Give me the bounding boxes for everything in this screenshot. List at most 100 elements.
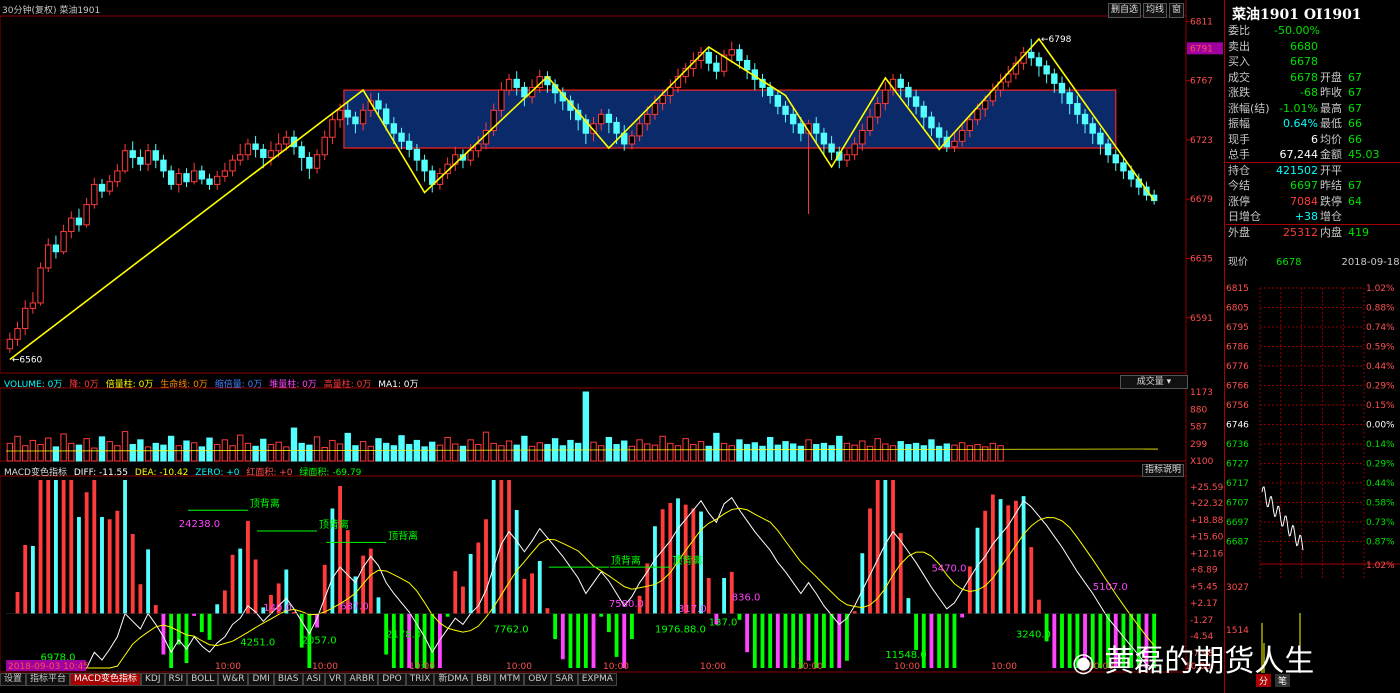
zigzag-polyline — [9, 37, 1155, 361]
macd-tick-label: +12.16 — [1190, 549, 1224, 559]
indicator-tab[interactable]: W&R — [218, 673, 249, 686]
volume-bar — [144, 446, 152, 462]
volume-bar — [528, 445, 536, 462]
indicator-tab[interactable]: 指标平台 — [26, 673, 71, 686]
mini-volume-tick: 3027 — [1226, 583, 1249, 593]
candle-body — [198, 170, 206, 180]
volume-bar — [628, 445, 636, 462]
ma-button[interactable]: 均线 — [1142, 3, 1167, 18]
volume-bar — [790, 443, 797, 462]
weibo-icon: ◉ — [1072, 648, 1095, 678]
quote-label: 开平 — [1320, 163, 1342, 177]
indicator-tab[interactable]: ASI — [302, 673, 326, 686]
quote-label: 委比 — [1228, 24, 1250, 37]
indicator-dropdown[interactable]: 成交量 ▾ — [1120, 375, 1188, 389]
indicator-tab[interactable]: BBI — [472, 673, 496, 686]
volume-bar — [782, 441, 789, 462]
candle-body — [6, 338, 14, 350]
indicator-tab[interactable]: DPO — [378, 673, 406, 686]
indicator-tab[interactable]: SAR — [551, 673, 578, 686]
candle-body — [705, 51, 712, 64]
quote-label: 跌停 — [1320, 194, 1342, 208]
price-tick-label: 6767 — [1190, 77, 1213, 87]
macd-tick-label: +2.17 — [1190, 599, 1218, 609]
candle-body — [144, 150, 152, 165]
macd-area-label: 3240.0 — [1016, 629, 1051, 640]
candle-body — [37, 267, 44, 304]
volume-bar — [152, 442, 159, 462]
time-label: 10:00 — [603, 662, 629, 672]
macd-legend-item: ZERO: +0 — [195, 468, 240, 478]
indicator-tab[interactable]: DMI — [248, 673, 274, 686]
indicator-tab[interactable]: OBV — [524, 673, 552, 686]
indicator-tab[interactable]: BOLL — [187, 673, 219, 686]
candle-body — [344, 109, 351, 118]
mini-price-tick: 6717 — [1226, 479, 1249, 489]
volume-bar — [75, 444, 83, 462]
candle-body — [22, 307, 29, 330]
macd-legend-item: 绿面积: -69.79 — [299, 468, 362, 478]
indicator-tab[interactable]: VR — [325, 673, 346, 686]
candle-body — [1074, 103, 1081, 115]
indicator-help-button[interactable]: 指标说明 — [1142, 464, 1184, 477]
indicator-tab[interactable]: MACD变色指标 — [70, 673, 142, 686]
candle-body — [1120, 162, 1127, 172]
quote-row: 涨幅(结) -1.01% 最高 67 — [1228, 101, 1362, 116]
volume-bar — [436, 444, 444, 462]
volume-bar — [290, 427, 298, 462]
macd-area-label: 2178.0 — [386, 629, 421, 640]
volume-bar — [820, 442, 828, 462]
mini-chart-svg: 6815 1.02% 6805 0.88% 6795 0.74% 6786 0.59% 6776… — [1226, 284, 1400, 673]
volume-bar — [966, 445, 974, 462]
indicator-tab[interactable]: 设置 — [0, 673, 27, 686]
quote-label: 卖出 — [1228, 39, 1250, 53]
volume-bar — [958, 442, 966, 462]
candle-body — [152, 150, 159, 161]
remove-watchlist-button[interactable]: 删自选 — [1107, 3, 1141, 18]
volume-bar — [636, 439, 643, 462]
indicator-tab[interactable]: KDJ — [141, 673, 165, 686]
macd-tick-label: -1.27 — [1190, 616, 1213, 626]
candle-body — [467, 150, 474, 161]
indicator-tab[interactable]: ARBR — [345, 673, 379, 686]
volume-bar — [728, 445, 735, 462]
mini-price-tick: 6746 — [1226, 421, 1249, 431]
volume-bar — [598, 445, 605, 462]
indicator-tab[interactable]: BIAS — [273, 673, 303, 686]
candle-body — [505, 78, 513, 91]
volume-bar — [697, 441, 705, 462]
divergence-label: 顶背离 — [672, 554, 702, 567]
chevron-down-icon: ▾ — [1166, 377, 1172, 387]
candle-body — [114, 170, 121, 183]
candle-body — [820, 132, 828, 145]
quote-row: 现手 6 均价 66 — [1228, 132, 1362, 147]
candle-body — [68, 217, 75, 233]
indicator-tab[interactable]: EXPMA — [577, 673, 617, 686]
quote-label: 外盘 — [1228, 225, 1250, 239]
quote-value: -1.01% — [1279, 101, 1318, 115]
indicator-tab[interactable]: MTM — [495, 673, 525, 686]
candle-body — [321, 136, 328, 156]
volume-bar — [244, 442, 252, 462]
candle-body — [851, 143, 858, 156]
header-buttons: 删自选 均线 窗 — [1107, 3, 1184, 18]
candle-body — [475, 143, 482, 152]
time-label: 10:00 — [506, 662, 532, 672]
chart-canvas[interactable]: ←6798←6560 6811679167676723667966356591 … — [0, 0, 1224, 686]
indicator-tab[interactable]: 新DMA — [434, 673, 473, 686]
volume-bar — [997, 445, 1004, 462]
quote-value: 45.03 — [1348, 148, 1380, 161]
quote-row: 买入 6678 — [1228, 54, 1318, 69]
quote-value: 6678 — [1290, 55, 1318, 68]
candle-body — [1043, 65, 1050, 75]
volume-bar — [805, 439, 812, 462]
indicator-tab[interactable]: TRIX — [405, 673, 435, 686]
quote-row: 卖出 6680 — [1228, 39, 1318, 54]
quote-label: 内盘 — [1320, 225, 1342, 239]
candle-body — [45, 244, 52, 269]
time-label: 10:00 — [312, 662, 338, 672]
mini-price-tick: 6697 — [1226, 518, 1249, 528]
macd-area-label: 687.0 — [340, 602, 369, 613]
indicator-tab[interactable]: RSI — [164, 673, 188, 686]
window-button[interactable]: 窗 — [1168, 3, 1184, 18]
